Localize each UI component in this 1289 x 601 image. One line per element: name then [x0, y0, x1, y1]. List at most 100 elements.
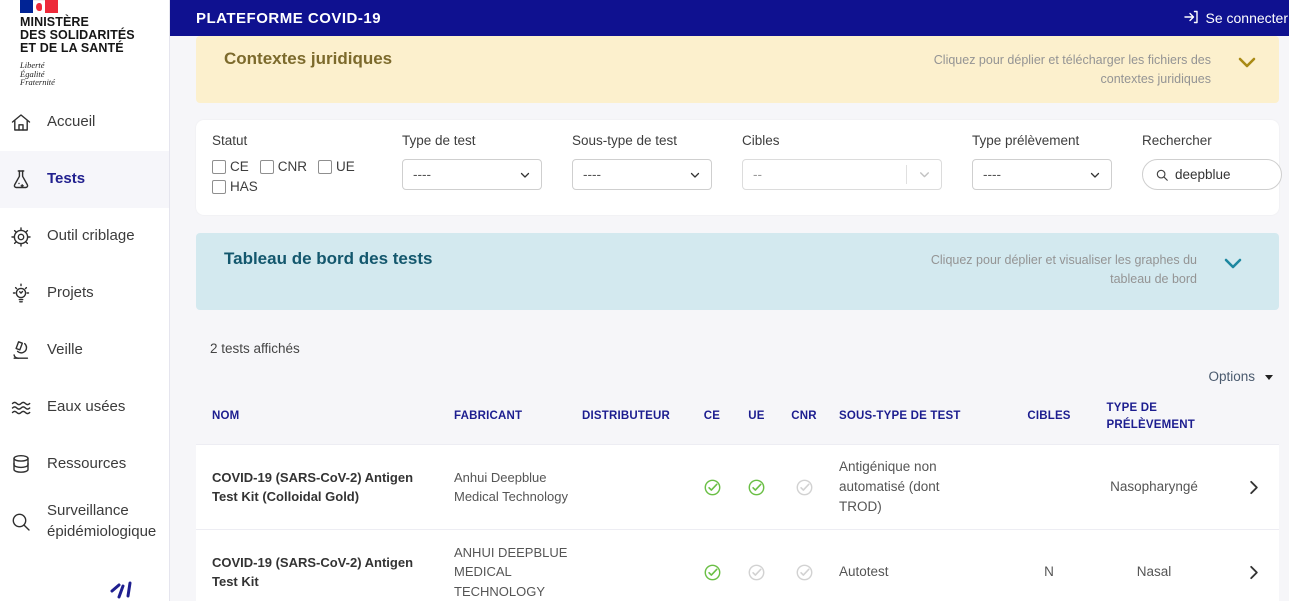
- waves-icon: [8, 395, 34, 421]
- sidebar-item-surveillance-epidemiologique[interactable]: Surveillance épidémiologique: [0, 493, 169, 550]
- statut-label: Statut: [212, 133, 248, 148]
- sidebar-nav: Accueil Tests Outil criblage Projets Vei…: [0, 94, 169, 550]
- filter-cibles: Cibles --: [742, 133, 942, 215]
- sidebar-item-label: Tests: [47, 170, 86, 188]
- test-name: COVID-19 (SARS-CoV-2) Antigen Test Kit (…: [212, 469, 414, 505]
- lightbulb-icon: [8, 281, 34, 307]
- sidebar-item-projets[interactable]: Projets: [0, 265, 169, 322]
- checkbox-cnr[interactable]: CNR: [259, 159, 307, 174]
- table-row[interactable]: COVID-19 (SARS-CoV-2) Antigen Test Kit A…: [196, 529, 1279, 601]
- test-fabricant: ANHUI DEEPBLUE MEDICAL TECHNOLOGY: [454, 544, 568, 599]
- sidebar-item-label: Accueil: [47, 113, 96, 131]
- ue-check-circle-icon: [734, 563, 779, 582]
- column-header-fabricant: FABRICANT: [454, 410, 523, 423]
- row-detail-chevron-icon[interactable]: [1229, 565, 1279, 580]
- type-prelevement-select[interactable]: ----: [972, 159, 1112, 190]
- magnifier-icon: [8, 509, 34, 535]
- sidebar-item-eaux-usees[interactable]: Eaux usées: [0, 379, 169, 436]
- sidebar-item-label: Surveillance épidémiologique: [47, 502, 157, 540]
- column-header-cibles: CIBLES: [1027, 410, 1071, 423]
- test-fabricant: Anhui Deepblue Medical Technology: [454, 469, 568, 505]
- legal-contexts-banner[interactable]: Contextes juridiques Cliquez pour déplie…: [196, 36, 1279, 103]
- options-label: Options: [1208, 369, 1255, 384]
- filter-type-prelevement: Type prélèvement ----: [972, 133, 1112, 215]
- sidebar-item-tests[interactable]: Tests: [0, 151, 169, 208]
- results-count: 2 tests affichés: [210, 341, 300, 356]
- sous-type-select[interactable]: ----: [572, 159, 712, 190]
- login-icon: [1183, 9, 1199, 28]
- sous-type-label: Sous-type de test: [572, 133, 678, 148]
- chevron-down-icon: [907, 168, 941, 181]
- column-header-type-prelevement: TYPE DE PRÉLÈVEMENT: [1106, 401, 1195, 431]
- app-header: PLATEFORME COVID-19 Se connecter: [170, 0, 1289, 36]
- checkbox-has[interactable]: HAS: [212, 179, 258, 194]
- test-prelevement: Nasal: [1136, 563, 1172, 579]
- sidebar-item-accueil[interactable]: Accueil: [0, 94, 169, 151]
- column-header-sous-type: SOUS-TYPE DE TEST: [839, 410, 961, 423]
- test-prelevement: Nasopharyngé: [1110, 478, 1198, 494]
- legal-contexts-title: Contextes juridiques: [224, 49, 393, 68]
- sidebar-item-veille[interactable]: Veille: [0, 322, 169, 379]
- test-sous-type: Antigénique non automatisé (dont TROD): [839, 458, 940, 515]
- sidebar-item-label: Ressources: [47, 455, 127, 473]
- login-label: Se connecter: [1205, 10, 1289, 26]
- ce-check-circle-icon: [690, 478, 734, 497]
- ue-check-circle-icon: [734, 478, 779, 497]
- type-test-select[interactable]: ----: [402, 159, 542, 190]
- ministry-motto: Liberté Égalité Fraternité: [20, 60, 55, 87]
- row-detail-chevron-icon[interactable]: [1229, 480, 1279, 495]
- microscope-icon: [8, 338, 34, 364]
- checkbox-icon[interactable]: [212, 159, 226, 174]
- search-input[interactable]: [1175, 167, 1269, 182]
- caret-down-icon: [1265, 375, 1273, 380]
- chevron-down-icon: [1089, 169, 1101, 181]
- filter-statut: Statut CE CNR UE HAS: [212, 133, 372, 215]
- test-name: COVID-19 (SARS-CoV-2) Antigen Test Kit: [212, 554, 414, 590]
- sidebar-item-label: Veille: [47, 341, 83, 359]
- chevron-down-icon[interactable]: [1235, 50, 1259, 79]
- search-box[interactable]: [1142, 159, 1282, 190]
- checkbox-icon[interactable]: [318, 159, 333, 174]
- ministry-logo: MINISTÈRE DES SOLIDARITÉS ET DE LA SANTÉ…: [0, 0, 169, 92]
- search-icon: [1155, 168, 1169, 182]
- sidebar-item-outil-criblage[interactable]: Outil criblage: [0, 208, 169, 265]
- sidebar-item-ressources[interactable]: Ressources: [0, 436, 169, 493]
- gear-icon: [8, 224, 34, 250]
- cibles-label: Cibles: [742, 133, 780, 148]
- cnr-check-circle-icon: [779, 563, 829, 582]
- chevron-down-icon: [689, 169, 701, 181]
- cibles-multiselect[interactable]: --: [742, 159, 942, 190]
- legal-contexts-hint: Cliquez pour déplier et télécharger les …: [933, 53, 1211, 87]
- table-header-row: NOM FABRICANT DISTRIBUTEUR CE UE CNR SOU…: [196, 390, 1279, 444]
- filter-type-de-test: Type de test ----: [402, 133, 542, 215]
- test-cibles: N: [1044, 563, 1054, 579]
- sidebar: MINISTÈRE DES SOLIDARITÉS ET DE LA SANTÉ…: [0, 0, 170, 601]
- home-icon: [8, 110, 34, 136]
- checkbox-icon[interactable]: [259, 159, 274, 174]
- dashboard-title: Tableau de bord des tests: [224, 249, 433, 268]
- rays-icon: [108, 578, 136, 601]
- column-header-distributeur: DISTRIBUTEUR: [582, 410, 671, 423]
- login-button[interactable]: Se connecter: [1183, 9, 1289, 28]
- sidebar-item-label: Outil criblage: [47, 227, 135, 245]
- table-row[interactable]: COVID-19 (SARS-CoV-2) Antigen Test Kit (…: [196, 444, 1279, 529]
- database-icon: [8, 452, 34, 478]
- dashboard-banner[interactable]: Tableau de bord des tests Cliquez pour d…: [196, 233, 1279, 310]
- chevron-down-icon: [519, 169, 531, 181]
- type-prelevement-label: Type prélèvement: [972, 133, 1080, 148]
- chevron-down-icon[interactable]: [1221, 251, 1245, 280]
- checkbox-icon[interactable]: [212, 179, 226, 194]
- app-title: PLATEFORME COVID-19: [196, 9, 382, 27]
- test-sous-type: Autotest: [839, 563, 889, 579]
- french-flag-icon: [20, 0, 59, 13]
- column-header-nom: NOM: [212, 410, 240, 423]
- filter-sous-type-de-test: Sous-type de test ----: [572, 133, 712, 215]
- column-header-ue: UE: [748, 410, 765, 423]
- filter-rechercher: Rechercher: [1142, 133, 1282, 215]
- sidebar-item-label: Projets: [47, 284, 94, 302]
- cnr-check-circle-icon: [779, 478, 829, 497]
- tests-table: NOM FABRICANT DISTRIBUTEUR CE UE CNR SOU…: [196, 390, 1279, 601]
- checkbox-ce[interactable]: CE: [212, 159, 249, 174]
- options-menu[interactable]: Options: [170, 369, 1273, 384]
- checkbox-ue[interactable]: UE: [318, 159, 355, 174]
